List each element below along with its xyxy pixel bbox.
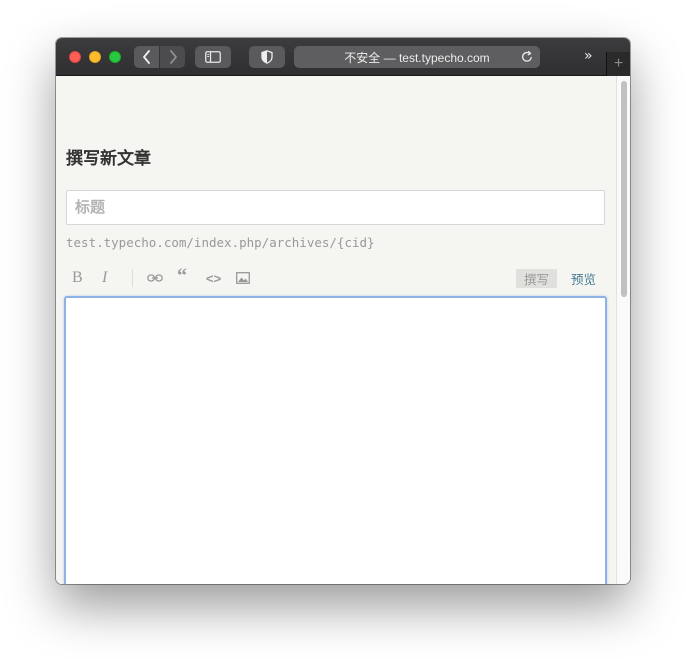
link-icon [147,274,163,282]
post-content-editor[interactable] [64,296,607,584]
address-bar[interactable]: 不安全 — test.typecho.com [294,46,540,68]
close-window-button[interactable] [69,51,81,63]
page-scrollbar[interactable] [616,76,630,584]
page-content: 撰写新文章 test.typecho.com/index.php/archive… [56,76,616,584]
reload-icon[interactable] [520,50,534,64]
privacy-report-button[interactable] [249,46,285,68]
sidebar-toggle-button[interactable] [195,46,231,68]
shield-icon [261,50,273,64]
address-text: 不安全 — test.typecho.com [344,50,490,65]
code-button[interactable]: <> [206,268,221,288]
permalink-hint: test.typecho.com/index.php/archives/{cid… [66,235,375,250]
write-mode-tab[interactable]: 撰写 [516,269,558,288]
image-icon [236,272,250,284]
new-tab-button[interactable]: + [606,52,630,76]
sidebar-icon [205,51,221,63]
link-button[interactable] [147,268,163,288]
chevron-right-icon [169,50,177,64]
quote-button[interactable]: “ [177,265,187,287]
chevron-left-icon [142,50,150,64]
forward-button[interactable] [160,46,185,68]
browser-toolbar: 不安全 — test.typecho.com » + [56,38,630,76]
page-title: 撰写新文章 [66,149,151,168]
scrollbar-thumb[interactable] [621,81,627,297]
more-tabs-icon[interactable]: » [584,48,592,64]
italic-button[interactable]: I [102,268,107,288]
image-button[interactable] [236,268,250,288]
fullscreen-window-button[interactable] [109,51,121,63]
editor-toolbar: B I “ <> 撰写 预览 [66,265,606,290]
toolbar-divider [132,269,133,287]
browser-window: 不安全 — test.typecho.com » + 撰写新文章 test.ty… [56,38,630,584]
back-button[interactable] [134,46,159,68]
preview-mode-tab[interactable]: 预览 [571,269,596,288]
minimize-window-button[interactable] [89,51,101,63]
post-title-input[interactable] [66,190,605,225]
bold-button[interactable]: B [72,268,83,288]
